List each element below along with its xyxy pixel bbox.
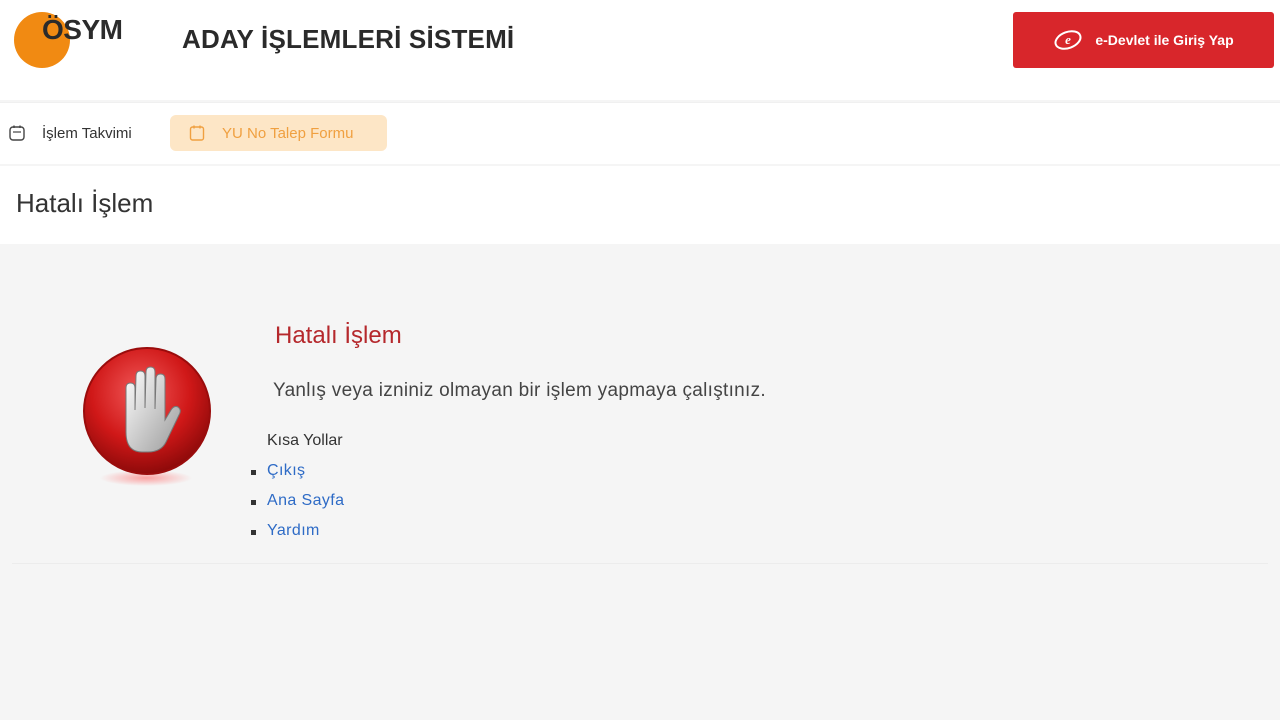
app-title: ADAY İŞLEMLERİ SİSTEMİ: [182, 24, 515, 54]
logo-text: ÖSYM: [42, 14, 123, 45]
page-header: Hatalı İşlem: [0, 166, 1280, 244]
page-title: Hatalı İşlem: [16, 188, 154, 218]
calendar-icon: [8, 124, 26, 142]
bullet: [251, 500, 256, 505]
nav-item-label: İşlem Takvimi: [42, 124, 132, 142]
stop-hand-icon: [82, 346, 214, 488]
bullet: [251, 470, 256, 475]
form-icon: [188, 124, 206, 142]
list-item: Ana Sayfa: [251, 492, 344, 522]
edevlet-login-label: e-Devlet ile Giriş Yap: [1095, 32, 1234, 48]
error-message: Yanlış veya izniniz olmayan bir işlem ya…: [273, 380, 766, 401]
osym-logo[interactable]: ÖSYM: [12, 10, 142, 72]
edevlet-login-button[interactable]: e e-Devlet ile Giriş Yap: [1013, 12, 1274, 68]
list-item: Yardım: [251, 522, 344, 552]
list-item: Çıkış: [251, 462, 344, 492]
nav-item-islem-takvimi[interactable]: İşlem Takvimi: [6, 115, 134, 151]
bullet: [251, 530, 256, 535]
header: ÖSYM ADAY İŞLEMLERİ SİSTEMİ e e-Devlet i…: [0, 0, 1280, 100]
error-panel: Hatalı İşlem Yanlış veya izniniz olmayan…: [12, 244, 1268, 564]
help-link[interactable]: Yardım: [267, 522, 320, 539]
logout-link[interactable]: Çıkış: [267, 462, 305, 479]
shortcuts-label: Kısa Yollar: [267, 432, 343, 449]
home-link[interactable]: Ana Sayfa: [267, 492, 344, 509]
nav-item-label: YU No Talep Formu: [222, 124, 354, 142]
error-title: Hatalı İşlem: [275, 322, 402, 349]
shortcuts-list: Çıkış Ana Sayfa Yardım: [251, 462, 344, 552]
edevlet-icon: e: [1053, 28, 1083, 52]
navbar: İşlem Takvimi YU No Talep Formu: [0, 102, 1280, 164]
nav-item-yu-no-talep-formu[interactable]: YU No Talep Formu: [170, 115, 387, 151]
svg-text:e: e: [1065, 32, 1071, 47]
